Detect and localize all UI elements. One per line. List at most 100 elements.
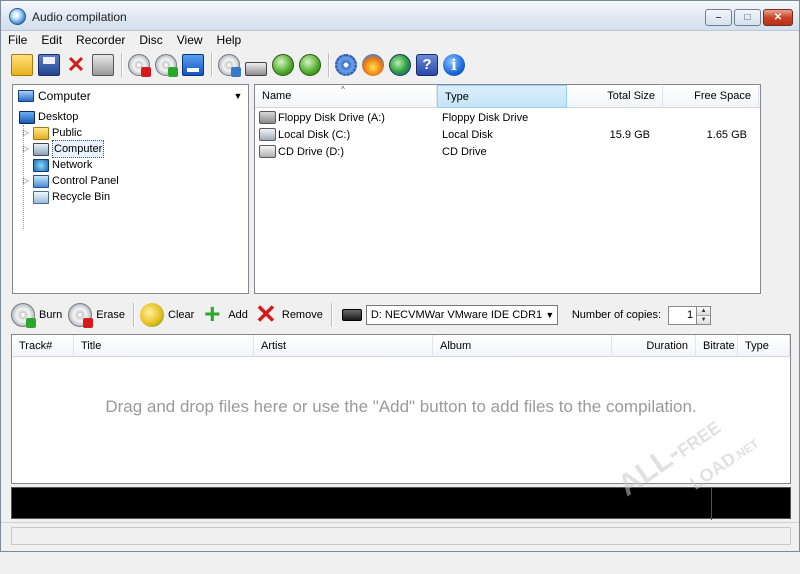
tree-node-control-panel[interactable]: ▷ Control Panel: [17, 173, 119, 189]
add-label: Add: [228, 309, 248, 321]
main-toolbar: ✕ ? i: [9, 50, 468, 80]
help-button[interactable]: ?: [414, 52, 440, 78]
column-header-name[interactable]: ^ Name: [255, 85, 437, 108]
column-header-title[interactable]: Title: [74, 335, 254, 357]
copies-label: Number of copies:: [571, 309, 662, 321]
erase-button[interactable]: Erase: [66, 301, 129, 329]
title-bar[interactable]: Audio compilation – □ ✕: [1, 1, 799, 31]
tree-node-public[interactable]: ▷ Public: [17, 125, 119, 141]
tree-node-computer[interactable]: ▷ Computer: [17, 140, 119, 158]
copies-spinner: ▲ ▼: [697, 305, 712, 325]
tree-node-label: Public: [52, 127, 82, 139]
file-name-cell: CD Drive (D:): [255, 145, 436, 158]
settings-button[interactable]: [333, 52, 359, 78]
menu-edit[interactable]: Edit: [34, 31, 69, 49]
tree-node-desktop[interactable]: Desktop: [17, 109, 119, 125]
location-combo[interactable]: Computer ▼: [15, 87, 246, 105]
burn-badge-icon: [26, 318, 36, 328]
menu-help[interactable]: Help: [210, 31, 249, 49]
maximize-button[interactable]: □: [734, 9, 761, 26]
open-button[interactable]: [9, 52, 35, 78]
expand-arrow-icon[interactable]: ▷: [21, 173, 31, 189]
sort-ascending-icon: ^: [341, 85, 345, 94]
maximize-icon: □: [744, 12, 751, 23]
folder-tree-panel: Computer ▼ Desktop ▷ Public ▷ Computer N…: [12, 84, 249, 294]
disc-info-badge-icon: [231, 67, 241, 77]
file-list-header: ^ Name Type Total Size Free Space: [255, 85, 760, 108]
toolbar-separator: [211, 53, 212, 77]
track-list-panel[interactable]: Track# Title Artist Album Duration Bitra…: [11, 334, 791, 484]
tree-node-network[interactable]: Network: [17, 157, 119, 173]
drive-icon: [245, 62, 267, 76]
menu-disc[interactable]: Disc: [132, 31, 169, 49]
gear-icon: [335, 54, 357, 76]
column-header-total-size[interactable]: Total Size: [567, 85, 663, 108]
erase-disc-button[interactable]: [126, 52, 152, 78]
local-disk-icon: [259, 128, 276, 141]
save-button[interactable]: [36, 52, 62, 78]
toolbar-separator: [121, 53, 122, 77]
remove-button[interactable]: ✕ Remove: [252, 301, 327, 329]
drive-dropdown[interactable]: D: NECVMWar VMware IDE CDR1 ▼: [365, 305, 558, 325]
print-button[interactable]: [90, 52, 116, 78]
tree-node-recycle-bin[interactable]: Recycle Bin: [17, 189, 119, 205]
chevron-down-icon: ▼: [545, 310, 555, 320]
file-row[interactable]: Local Disk (C:) Local Disk 15.9 GB 1.65 …: [255, 126, 760, 143]
column-header-free-space[interactable]: Free Space: [663, 85, 759, 108]
column-header-label: Type: [445, 91, 469, 103]
burn-disc-button[interactable]: [153, 52, 179, 78]
arrow-down-icon: [272, 54, 294, 76]
rip-button[interactable]: [270, 52, 296, 78]
file-name: CD Drive (D:): [278, 145, 344, 158]
column-header-duration[interactable]: Duration: [612, 335, 696, 357]
recycle-bin-icon: [33, 190, 49, 204]
window-button[interactable]: [180, 52, 206, 78]
clear-button[interactable]: Clear: [138, 301, 198, 329]
column-header-type[interactable]: Type: [437, 85, 567, 108]
column-header-album[interactable]: Album: [433, 335, 612, 357]
about-button[interactable]: i: [441, 52, 467, 78]
erase-label: Erase: [96, 309, 125, 321]
computer-icon: [18, 90, 34, 102]
tree-node-label: Control Panel: [52, 175, 119, 187]
arrow-up-icon: [299, 54, 321, 76]
file-type: Floppy Disk Drive: [442, 111, 529, 124]
menu-recorder[interactable]: Recorder: [69, 31, 132, 49]
folder-tree: Desktop ▷ Public ▷ Computer Network ▷ Co…: [17, 109, 119, 205]
add-button[interactable]: + Add: [198, 298, 252, 329]
convert-button[interactable]: [297, 52, 323, 78]
column-header-label: Free Space: [694, 90, 751, 102]
spin-down-icon[interactable]: ▼: [697, 315, 711, 324]
status-bar: [1, 522, 799, 551]
flame-icon: [362, 54, 384, 76]
copies-input[interactable]: 1: [668, 305, 698, 325]
column-header-track[interactable]: Track#: [12, 335, 74, 357]
disc-info-button[interactable]: [216, 52, 242, 78]
file-name: Local Disk (C:): [278, 128, 351, 141]
burn-button[interactable]: Burn: [9, 301, 66, 329]
drive-select[interactable]: D: NECVMWar VMware IDE CDR1 ▼: [341, 305, 558, 325]
file-type: CD Drive: [442, 145, 487, 158]
plus-icon: +: [204, 298, 221, 329]
menu-file[interactable]: File: [1, 31, 34, 49]
menu-view[interactable]: View: [170, 31, 210, 49]
spin-up-icon[interactable]: ▲: [697, 306, 711, 316]
window-controls: – □ ✕: [703, 9, 793, 26]
disc-capacity-bar: [11, 487, 791, 520]
location-combo-value: Computer: [38, 89, 91, 103]
minimize-button[interactable]: –: [705, 9, 732, 26]
expand-arrow-icon[interactable]: ▷: [21, 141, 31, 157]
burn-settings-button[interactable]: [360, 52, 386, 78]
column-header-bitrate[interactable]: Bitrate: [696, 335, 738, 357]
expand-arrow-icon[interactable]: ▷: [21, 125, 31, 141]
column-header-artist[interactable]: Artist: [254, 335, 433, 357]
toolbar-separator: [133, 303, 134, 327]
file-row[interactable]: Floppy Disk Drive (A:) Floppy Disk Drive: [255, 109, 760, 126]
copies-stepper[interactable]: 1 ▲ ▼: [668, 305, 712, 325]
web-search-button[interactable]: [387, 52, 413, 78]
column-header-type[interactable]: Type: [738, 335, 790, 357]
delete-button[interactable]: ✕: [63, 52, 89, 78]
drive-button[interactable]: [243, 52, 269, 78]
file-row[interactable]: CD Drive (D:) CD Drive: [255, 143, 760, 160]
close-button[interactable]: ✕: [763, 9, 793, 26]
